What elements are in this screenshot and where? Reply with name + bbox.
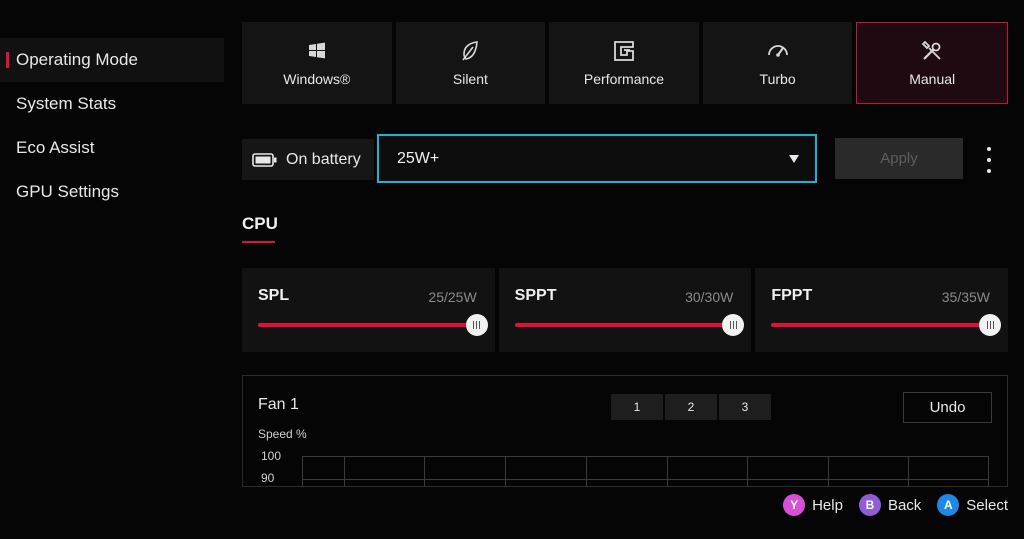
- apply-button[interactable]: Apply: [835, 138, 963, 179]
- sidebar-item-label: Operating Mode: [16, 50, 138, 69]
- sidebar-item-label: GPU Settings: [16, 182, 119, 201]
- sppt-slider-track[interactable]: [514, 314, 745, 336]
- sidebar: Operating Mode System Stats Eco Assist G…: [0, 38, 224, 214]
- undo-button[interactable]: Undo: [903, 392, 992, 423]
- mode-label: Turbo: [759, 71, 796, 87]
- battery-icon: [252, 152, 277, 167]
- help-hint[interactable]: Y Help: [783, 494, 843, 516]
- slider-value: 30/30W: [685, 289, 734, 305]
- power-limit-sliders: SPL 25/25W SPPT 30/30W FPPT 35/35W: [242, 268, 1009, 352]
- fppt-slider-card: FPPT 35/35W: [755, 268, 1009, 352]
- power-source-indicator: On battery: [242, 139, 374, 180]
- sidebar-item-label: System Stats: [16, 94, 117, 113]
- mode-label: Performance: [583, 71, 665, 87]
- mode-silent-button[interactable]: Silent: [395, 22, 546, 104]
- spl-slider-card: SPL 25/25W: [242, 268, 495, 352]
- y-tick-label: 100: [261, 449, 282, 463]
- power-profile-dropdown[interactable]: 25W+: [377, 134, 817, 183]
- spl-slider-track[interactable]: [258, 314, 488, 336]
- sidebar-item-system-stats[interactable]: System Stats: [0, 82, 224, 126]
- fan-curve-panel: Fan 1 1 2 3 Undo Speed % 100 90: [242, 375, 1008, 487]
- fan-preset-2-button[interactable]: 2: [665, 394, 717, 420]
- power-profile-value: 25W+: [397, 149, 440, 167]
- sidebar-item-gpu-settings[interactable]: GPU Settings: [0, 170, 224, 214]
- controller-hints: Y Help B Back A Select: [783, 494, 1008, 516]
- a-button-icon: A: [937, 494, 960, 516]
- wrench-screwdriver-icon: [921, 40, 941, 60]
- operating-mode-selector: Windows® Silent Performance Turbo Manual: [242, 22, 1008, 104]
- slider-fill: [258, 323, 477, 327]
- speedometer-icon: [767, 45, 788, 57]
- fan-preset-1-button[interactable]: 1: [611, 394, 663, 420]
- fppt-slider-track[interactable]: [771, 314, 1002, 336]
- power-source-label: On battery: [286, 150, 361, 168]
- slider-handle[interactable]: [722, 314, 745, 336]
- tab-active-indicator: [242, 241, 275, 243]
- slider-fill: [771, 323, 991, 327]
- slider-name: SPPT: [514, 287, 557, 304]
- fan-title: Fan 1: [258, 396, 299, 413]
- sidebar-item-eco-assist[interactable]: Eco Assist: [0, 126, 224, 170]
- mode-label: Silent: [452, 71, 488, 87]
- y-button-icon: Y: [783, 494, 806, 516]
- b-button-icon: B: [858, 494, 881, 516]
- slider-handle[interactable]: [979, 314, 1002, 336]
- y-axis-label: Speed %: [258, 427, 307, 441]
- performance-icon: [614, 41, 634, 61]
- slider-value: 25/25W: [428, 289, 477, 305]
- mode-label: Manual: [909, 71, 956, 87]
- slider-name: FPPT: [771, 287, 813, 304]
- sppt-slider-card: SPPT 30/30W: [498, 268, 752, 352]
- hint-label: Back: [887, 496, 922, 514]
- tab-cpu[interactable]: CPU: [242, 214, 278, 234]
- leaf-icon: [462, 41, 479, 61]
- hint-label: Select: [966, 496, 1008, 514]
- mode-turbo-button[interactable]: Turbo: [702, 22, 853, 104]
- y-tick-label: 90: [261, 471, 275, 485]
- fan-curve-grid[interactable]: [302, 456, 989, 486]
- hint-label: Help: [812, 496, 843, 514]
- mode-performance-button[interactable]: Performance: [549, 22, 699, 104]
- mode-manual-button[interactable]: Manual: [856, 22, 1008, 104]
- slider-value: 35/35W: [941, 289, 991, 305]
- mode-label: Windows®: [283, 71, 351, 87]
- fan-preset-group: 1 2 3: [611, 394, 771, 420]
- more-options-icon[interactable]: [985, 147, 993, 173]
- windows-icon: [308, 42, 325, 59]
- sidebar-item-operating-mode[interactable]: Operating Mode: [0, 38, 224, 82]
- slider-name: SPL: [258, 287, 290, 304]
- slider-handle[interactable]: [465, 314, 488, 336]
- caret-down-icon: [789, 154, 799, 163]
- select-hint[interactable]: A Select: [937, 494, 1008, 516]
- fan-preset-3-button[interactable]: 3: [719, 394, 771, 420]
- back-hint[interactable]: B Back: [858, 494, 922, 516]
- mode-windows-button[interactable]: Windows®: [242, 22, 392, 104]
- slider-fill: [514, 323, 734, 327]
- sidebar-item-label: Eco Assist: [16, 138, 95, 157]
